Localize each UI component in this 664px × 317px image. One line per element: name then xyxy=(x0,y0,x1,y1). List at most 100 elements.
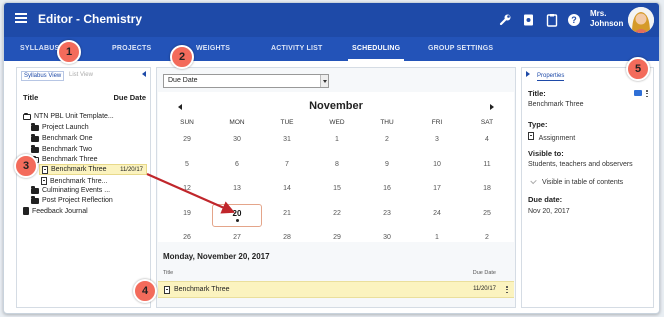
calendar-day[interactable]: 25 xyxy=(462,210,512,217)
tab-scheduling[interactable]: SCHEDULING xyxy=(347,37,405,61)
svg-text:?: ? xyxy=(571,15,577,25)
calendar-day-today[interactable]: 20 xyxy=(212,209,262,218)
calendar-day[interactable]: 21 xyxy=(262,210,312,217)
calendar-day[interactable]: 22 xyxy=(312,210,362,217)
annotation-callout: 5 xyxy=(626,57,650,81)
calendar-day[interactable]: 31 xyxy=(262,136,312,143)
tab-weights[interactable]: WEIGHTS xyxy=(196,37,230,61)
tree-header: Title Due Date xyxy=(23,93,146,102)
tree-item[interactable]: Culminating Events ... xyxy=(31,186,110,194)
calendar-day[interactable]: 2 xyxy=(462,234,512,241)
tab-activity-list[interactable]: ACTIVITY LIST xyxy=(271,37,322,61)
calendar-day[interactable]: 3 xyxy=(412,136,462,143)
journal-icon xyxy=(23,207,29,215)
calendar-day[interactable]: 9 xyxy=(362,161,412,168)
tree-item[interactable]: Benchmark Three xyxy=(31,156,98,163)
calendar-day[interactable]: 24 xyxy=(412,210,462,217)
syllabus-panel: Syllabus View List View Title Due Date N… xyxy=(16,67,151,308)
tree-item-label: Benchmark Three xyxy=(51,166,107,173)
calendar-day[interactable]: 1 xyxy=(312,136,362,143)
tree-item[interactable]: Benchmark Thre... xyxy=(41,177,107,185)
weekday-header: WED xyxy=(329,119,345,126)
calendar-day[interactable]: 16 xyxy=(362,185,412,192)
collapse-right-icon[interactable] xyxy=(526,71,530,77)
type-value: Assignment xyxy=(538,135,576,142)
date-filter-select[interactable]: Due Date xyxy=(163,74,329,88)
calendar-day[interactable]: 14 xyxy=(262,185,312,192)
tree-item-label: NTN PBL Unit Template... xyxy=(34,113,114,120)
tree-item-label: Benchmark Two xyxy=(42,146,93,153)
dropdown-arrow-icon xyxy=(320,75,328,87)
weekday-header: SAT xyxy=(480,119,494,126)
calendar-day[interactable]: 12 xyxy=(162,185,212,192)
toc-visibility-toggle[interactable]: Visible in table of contents xyxy=(530,177,624,186)
tab-syllabus[interactable]: SYLLABUS xyxy=(20,37,59,61)
tree-item-selected[interactable]: Benchmark Three 11/20/17 xyxy=(39,164,147,175)
calendar-day[interactable]: 8 xyxy=(312,161,362,168)
folder-icon xyxy=(31,123,39,131)
more-options-icon[interactable] xyxy=(506,286,508,294)
tree-title-header: Title xyxy=(23,93,39,102)
calendar-day[interactable]: 30 xyxy=(212,136,262,143)
tree-item[interactable]: Benchmark One xyxy=(31,134,93,142)
calendar-day[interactable]: 11 xyxy=(462,161,512,168)
calendar-day[interactable]: 13 xyxy=(212,185,262,192)
weekday-header: MON xyxy=(229,119,245,126)
next-month-icon[interactable] xyxy=(490,104,494,110)
toc-visibility-label: Visible in table of contents xyxy=(541,179,624,186)
editor-window: Editor - Chemistry ? Mrs. Johnson SYLLAB… xyxy=(3,2,660,314)
calendar-day[interactable]: 29 xyxy=(312,234,362,241)
tree-item[interactable]: Project Launch xyxy=(31,123,89,131)
calendar-day[interactable]: 5 xyxy=(162,161,212,168)
calendar-day[interactable]: 27 xyxy=(212,234,262,241)
collapse-left-icon[interactable] xyxy=(142,71,146,77)
properties-tab[interactable]: Properties xyxy=(537,73,565,81)
tree-item[interactable]: Benchmark Two xyxy=(31,145,93,153)
calendar-day[interactable]: 6 xyxy=(212,161,262,168)
calendar-day[interactable]: 7 xyxy=(262,161,312,168)
view-icon[interactable] xyxy=(522,13,536,27)
calendar-day[interactable]: 4 xyxy=(462,136,512,143)
annotation-callout: 2 xyxy=(170,45,194,69)
calendar-day[interactable]: 28 xyxy=(262,234,312,241)
list-view-tab[interactable]: List View xyxy=(69,72,93,78)
due-list-row[interactable]: Benchmark Three 11/20/17 xyxy=(158,281,514,298)
calendar-day[interactable]: 15 xyxy=(312,185,362,192)
tree-item-label: Feedback Journal xyxy=(32,207,88,215)
due-list-title-header: Title xyxy=(163,270,174,276)
calendar-day[interactable]: 26 xyxy=(162,234,212,241)
calendar-day[interactable]: 10 xyxy=(412,161,462,168)
menu-icon[interactable] xyxy=(15,13,27,23)
more-options-icon[interactable] xyxy=(646,90,648,98)
calendar-day[interactable]: 23 xyxy=(362,210,412,217)
calendar-day[interactable]: 17 xyxy=(412,185,462,192)
tree-item[interactable]: Feedback Journal xyxy=(23,207,88,215)
due-item-title: Benchmark Three xyxy=(174,286,230,293)
user-name[interactable]: Mrs. Johnson xyxy=(590,9,630,29)
nav-tabs: SYLLABUS PROJECTS WEIGHTS ACTIVITY LIST … xyxy=(4,37,659,61)
calendar-day[interactable]: 2 xyxy=(362,136,412,143)
folder-icon xyxy=(31,196,39,204)
syllabus-view-tab[interactable]: Syllabus View xyxy=(21,71,65,81)
calendar-day[interactable]: 18 xyxy=(462,185,512,192)
tree-item[interactable]: Post Project Reflection xyxy=(31,196,113,204)
wrench-icon[interactable] xyxy=(498,13,512,27)
visible-value: Students, teachers and observers xyxy=(528,161,633,168)
calendar-day[interactable]: 19 xyxy=(162,210,212,217)
tab-group-settings[interactable]: GROUP SETTINGS xyxy=(428,37,493,61)
calendar-day[interactable]: 30 xyxy=(362,234,412,241)
help-icon[interactable]: ? xyxy=(567,13,581,27)
calendar-day[interactable]: 1 xyxy=(412,234,462,241)
type-label: Type: xyxy=(528,120,548,129)
avatar[interactable] xyxy=(628,7,654,33)
due-list-date-header: Due Date xyxy=(472,270,496,276)
tab-projects[interactable]: PROJECTS xyxy=(112,37,151,61)
document-icon xyxy=(528,132,534,140)
image-icon[interactable] xyxy=(634,90,642,96)
calendar-day[interactable]: 29 xyxy=(162,136,212,143)
document-icon xyxy=(41,177,47,185)
avatar-image xyxy=(628,7,654,33)
tree-item-label: Post Project Reflection xyxy=(42,197,113,204)
clipboard-icon[interactable] xyxy=(545,13,559,27)
tree-item[interactable]: NTN PBL Unit Template... xyxy=(23,113,114,120)
